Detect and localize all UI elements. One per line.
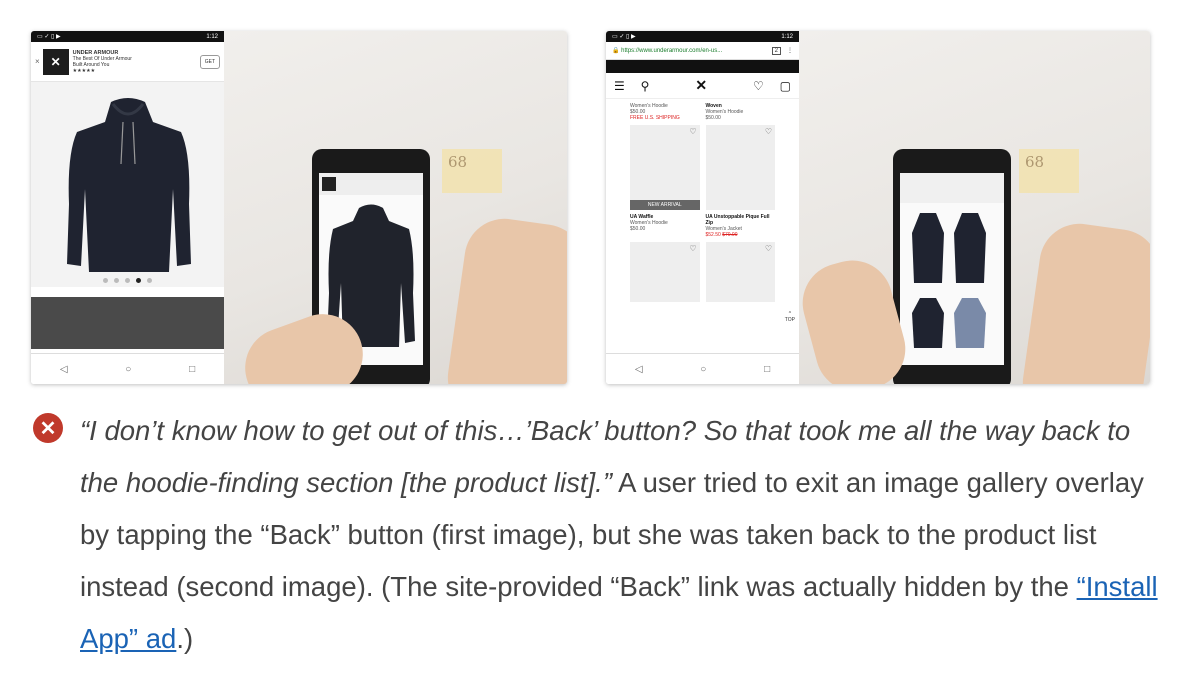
image-gallery-overlay[interactable] xyxy=(31,82,224,287)
home-nav-icon[interactable]: ○ xyxy=(125,364,131,375)
bag-icon[interactable]: ▢ xyxy=(780,79,791,93)
test-session-photo-2: 68 xyxy=(799,31,1150,384)
product-name: UA Unstoppable Pique Full Zip xyxy=(705,214,770,226)
product-price: $50.00 xyxy=(705,115,721,121)
product-item[interactable]: UA Unstoppable Pique Full Zip Women's Ja… xyxy=(706,214,776,238)
get-app-button[interactable]: GET xyxy=(199,54,220,69)
phone-device-2 xyxy=(893,149,1011,384)
product-item[interactable]: UA Waffle Women's Hoodie $50.00 xyxy=(630,214,700,238)
device-screen-2 xyxy=(900,173,1004,365)
search-icon[interactable]: ⚲ xyxy=(641,79,650,93)
more-menu-icon[interactable]: ⋮ xyxy=(787,47,793,54)
heart-icon[interactable]: ♡ xyxy=(689,127,696,136)
phone-screenshot: ▭ ✓ ▯ ▶ 1:12 × ✕ UNDER ARMOUR The Best O… xyxy=(31,31,224,384)
install-app-ad[interactable]: × ✕ UNDER ARMOUR The Best Of Under Armou… xyxy=(31,42,224,82)
menu-icon[interactable]: ☰ xyxy=(614,79,625,93)
heart-icon[interactable]: ♡ xyxy=(765,127,772,136)
close-icon[interactable]: × xyxy=(35,57,40,66)
figure-product-list-screenshot: ▭ ✓ ▯ ▶ 1:12 🔒 https://www.underarmour.c… xyxy=(606,31,1150,384)
site-header: ☰ ⚲ ✕ ♡ ▢ xyxy=(606,73,799,99)
product-price: $50.00 xyxy=(630,226,646,232)
url-text[interactable]: https://www.underarmour.com/en-us... xyxy=(621,48,772,54)
browser-address-bar[interactable]: 🔒 https://www.underarmour.com/en-us... 2… xyxy=(606,42,799,60)
status-time-2: 1:12 xyxy=(781,33,793,40)
figure-caption: “I don’t know how to get out of this…’Ba… xyxy=(80,405,1160,665)
gallery-dots[interactable] xyxy=(31,278,224,283)
home-nav-icon[interactable]: ○ xyxy=(700,364,706,375)
recents-nav-icon[interactable]: □ xyxy=(189,364,195,375)
phone-screenshot-2: ▭ ✓ ▯ ▶ 1:12 🔒 https://www.underarmour.c… xyxy=(606,31,799,384)
ad-stars: ★★★★★ xyxy=(72,67,96,74)
top-label: TOP xyxy=(784,317,795,323)
sticky-note-2: 68 xyxy=(1019,149,1079,193)
product-image-tile[interactable]: ♡ xyxy=(705,242,775,302)
back-nav-icon[interactable]: ◁ xyxy=(60,364,68,375)
status-bar: ▭ ✓ ▯ ▶ 1:12 xyxy=(31,31,224,42)
under-armour-logo-icon-2[interactable]: ✕ xyxy=(695,77,707,94)
under-armour-logo-icon: ✕ xyxy=(42,48,69,75)
heart-icon[interactable]: ♡ xyxy=(765,244,772,253)
sticky-note: 68 xyxy=(442,149,502,193)
product-image-tile[interactable]: ♡ NEW ARRIVAL xyxy=(630,125,700,210)
hand-right-2 xyxy=(1017,218,1150,384)
hoodie-image xyxy=(67,98,191,272)
device-screen-product-list-image xyxy=(900,173,1004,348)
new-arrival-badge: NEW ARRIVAL xyxy=(630,200,700,210)
status-bar-2: ▭ ✓ ▯ ▶ 1:12 xyxy=(606,31,799,42)
lock-icon: 🔒 xyxy=(612,48,620,54)
error-x-icon: ✕ xyxy=(33,413,63,443)
back-nav-icon[interactable]: ◁ xyxy=(635,364,643,375)
shipping-label: FREE U.S. SHIPPING xyxy=(630,115,680,121)
product-item[interactable]: Women's Hoodie $50.00 FREE U.S. SHIPPING xyxy=(630,103,700,121)
product-image-tile[interactable]: ♡ xyxy=(630,242,700,302)
hand-right xyxy=(442,213,567,384)
android-nav-bar-2: ◁ ○ □ xyxy=(606,353,799,384)
test-session-photo: 68 xyxy=(224,31,567,384)
back-to-top-button[interactable]: ^ TOP xyxy=(785,311,795,323)
ad-text: UNDER ARMOUR The Best Of Under Armour Bu… xyxy=(73,50,200,74)
product-price: $52.50 xyxy=(705,232,721,238)
wishlist-icon[interactable]: ♡ xyxy=(753,79,764,93)
promo-bar xyxy=(606,60,799,73)
product-old-price: $70.00 xyxy=(722,232,738,238)
product-item[interactable]: Woven Women's Hoodie $50.00 xyxy=(706,103,776,121)
caption-end: .) xyxy=(176,623,194,654)
status-icons-left-2: ▭ ✓ ▯ ▶ xyxy=(612,34,636,40)
figure-gallery-screenshot: ▭ ✓ ▯ ▶ 1:12 × ✕ UNDER ARMOUR The Best O… xyxy=(31,31,567,384)
dimmed-page-behind-overlay xyxy=(31,297,224,349)
heart-icon[interactable]: ♡ xyxy=(689,244,696,253)
android-nav-bar: ◁ ○ □ xyxy=(31,353,224,384)
product-image-tile[interactable]: ♡ xyxy=(705,125,775,210)
tab-count[interactable]: 2 xyxy=(771,46,781,55)
recents-nav-icon[interactable]: □ xyxy=(764,364,770,375)
status-icons-left: ▭ ✓ ▯ ▶ xyxy=(37,34,61,40)
status-time: 1:12 xyxy=(206,33,218,40)
product-list: Women's Hoodie $50.00 FREE U.S. SHIPPING… xyxy=(606,99,799,302)
